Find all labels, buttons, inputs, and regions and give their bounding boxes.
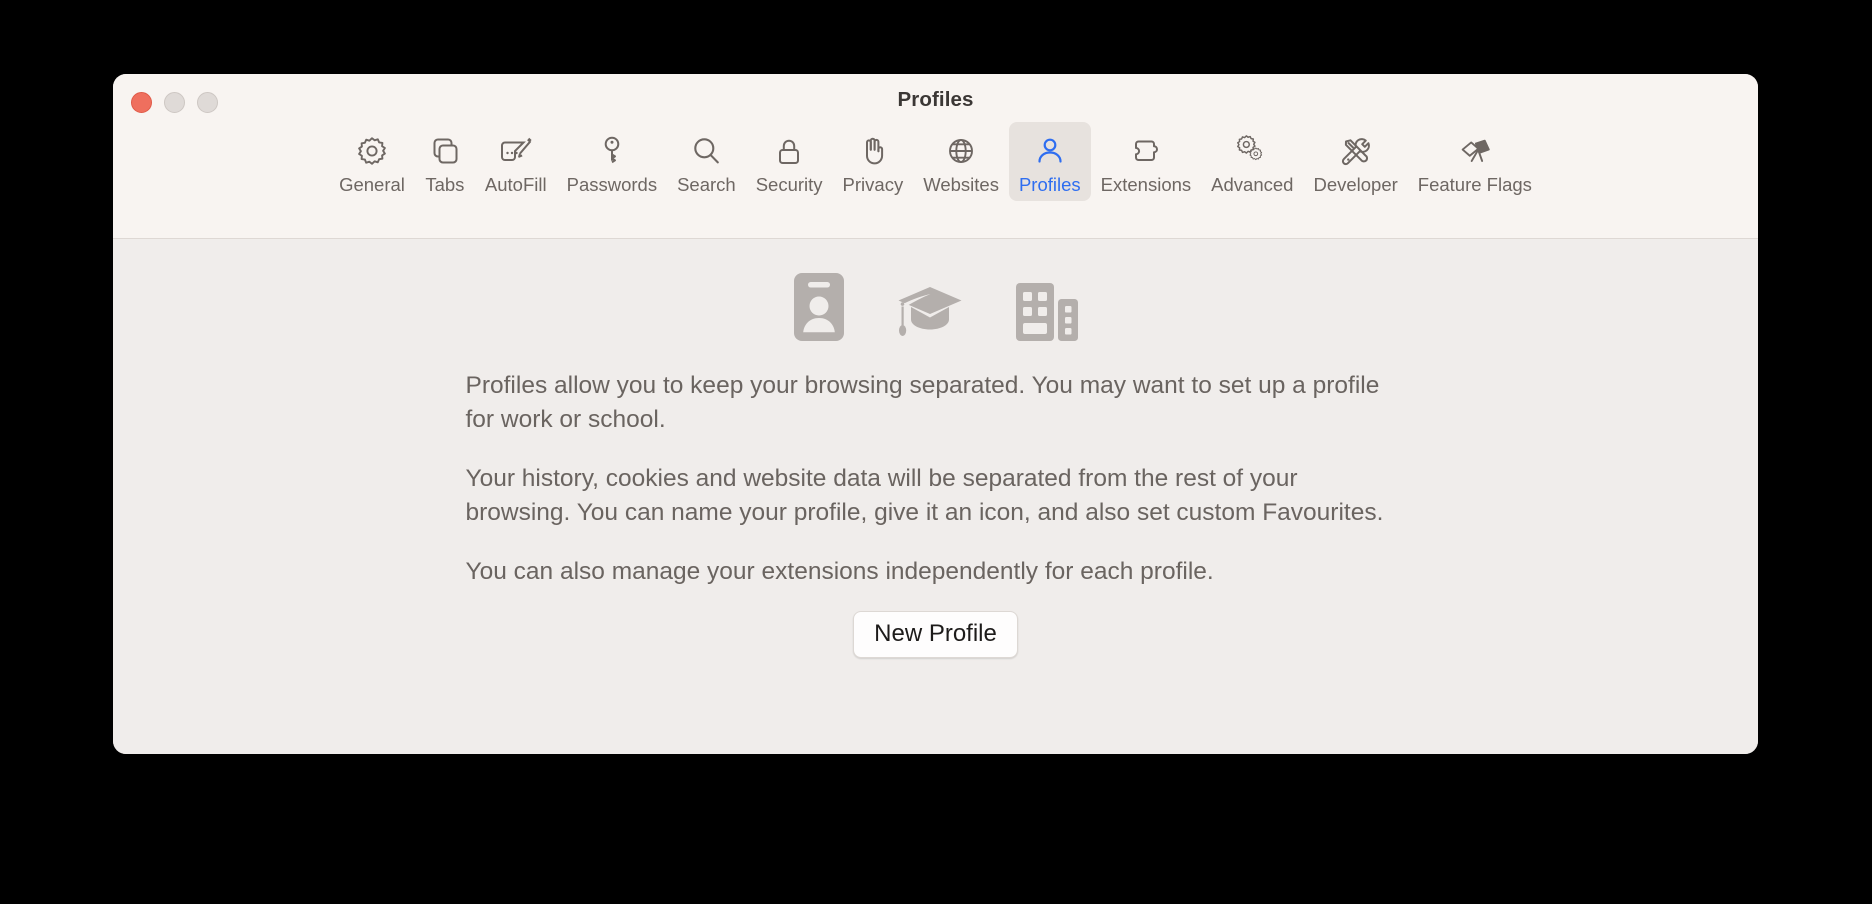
toolbar-tab-label: Advanced [1211,174,1294,195]
hero-icon-group [793,269,1078,341]
lock-icon [769,131,809,171]
id-badge-icon [793,273,844,341]
toolbar-tab-label: Passwords [566,174,658,195]
preferences-window: Profiles General Tabs AutoFill Passwords… [113,74,1758,754]
profiles-description: Profiles allow you to keep your browsing… [466,369,1406,589]
window-chrome: Profiles General Tabs AutoFill Passwords… [113,74,1758,239]
toolbar-tab-security[interactable]: Security [746,122,833,201]
toolbar-tab-websites[interactable]: Websites [913,122,1009,201]
toolbar-tab-label: Feature Flags [1417,174,1532,195]
profiles-paragraph-2: Your history, cookies and website data w… [465,465,1384,526]
hammer-wrench-icon [1336,131,1376,171]
hand-icon [853,131,893,171]
office-building-icon [1015,279,1078,341]
gear-icon [352,131,392,171]
graduation-cap-icon [896,283,964,341]
toolbar-tab-extensions[interactable]: Extensions [1091,122,1202,201]
toolbar-tab-label: Websites [923,174,999,195]
toolbar-tab-label: Profiles [1018,174,1081,195]
person-icon [1030,131,1070,171]
toolbar-tab-privacy[interactable]: Privacy [833,122,914,201]
toolbar-tab-label: Search [677,174,736,195]
screen: Profiles General Tabs AutoFill Passwords… [0,0,1872,904]
key-icon [592,131,632,171]
magnifier-icon [686,131,726,171]
toolbar-tab-advanced[interactable]: Advanced [1201,122,1303,201]
new-profile-button[interactable]: New Profile [853,610,1018,659]
toolbar-tab-passwords[interactable]: Passwords [557,122,667,201]
toolbar-tab-label: General [339,174,405,195]
window-title: Profiles [897,88,974,111]
toolbar-tab-general[interactable]: General [329,122,415,201]
profiles-content-pane: Profiles allow you to keep your browsing… [113,239,1758,754]
toolbar-tab-tabs[interactable]: Tabs [415,122,475,201]
globe-icon [941,131,981,171]
toolbar-tab-search[interactable]: Search [667,122,746,201]
toolbar-tab-label: Security [755,174,823,195]
puzzle-piece-icon [1126,131,1166,171]
toolbar-tab-profiles[interactable]: Profiles [1008,122,1091,202]
toolbar-tab-label: Developer [1313,174,1398,195]
toolbar-tab-label: Privacy [842,174,904,195]
toolbar-tab-autofill[interactable]: AutoFill [475,122,557,201]
flags-icon [1455,131,1495,171]
toolbar-tab-developer[interactable]: Developer [1303,122,1407,201]
preferences-toolbar: General Tabs AutoFill Passwords Search S… [113,122,1758,202]
profiles-paragraph-3: You can also manage your extensions inde… [465,558,1214,586]
button-row: New Profile [113,610,1758,659]
autofill-pencil-icon [496,131,536,171]
profiles-paragraph-1: Profiles allow you to keep your browsing… [465,372,1380,433]
tabs-icon [425,131,465,171]
toolbar-tab-feature-flags[interactable]: Feature Flags [1408,122,1542,201]
toolbar-tab-label: Extensions [1100,174,1192,195]
toolbar-tab-label: AutoFill [484,174,547,195]
toolbar-tab-label: Tabs [425,174,465,195]
double-gear-icon [1232,131,1272,171]
